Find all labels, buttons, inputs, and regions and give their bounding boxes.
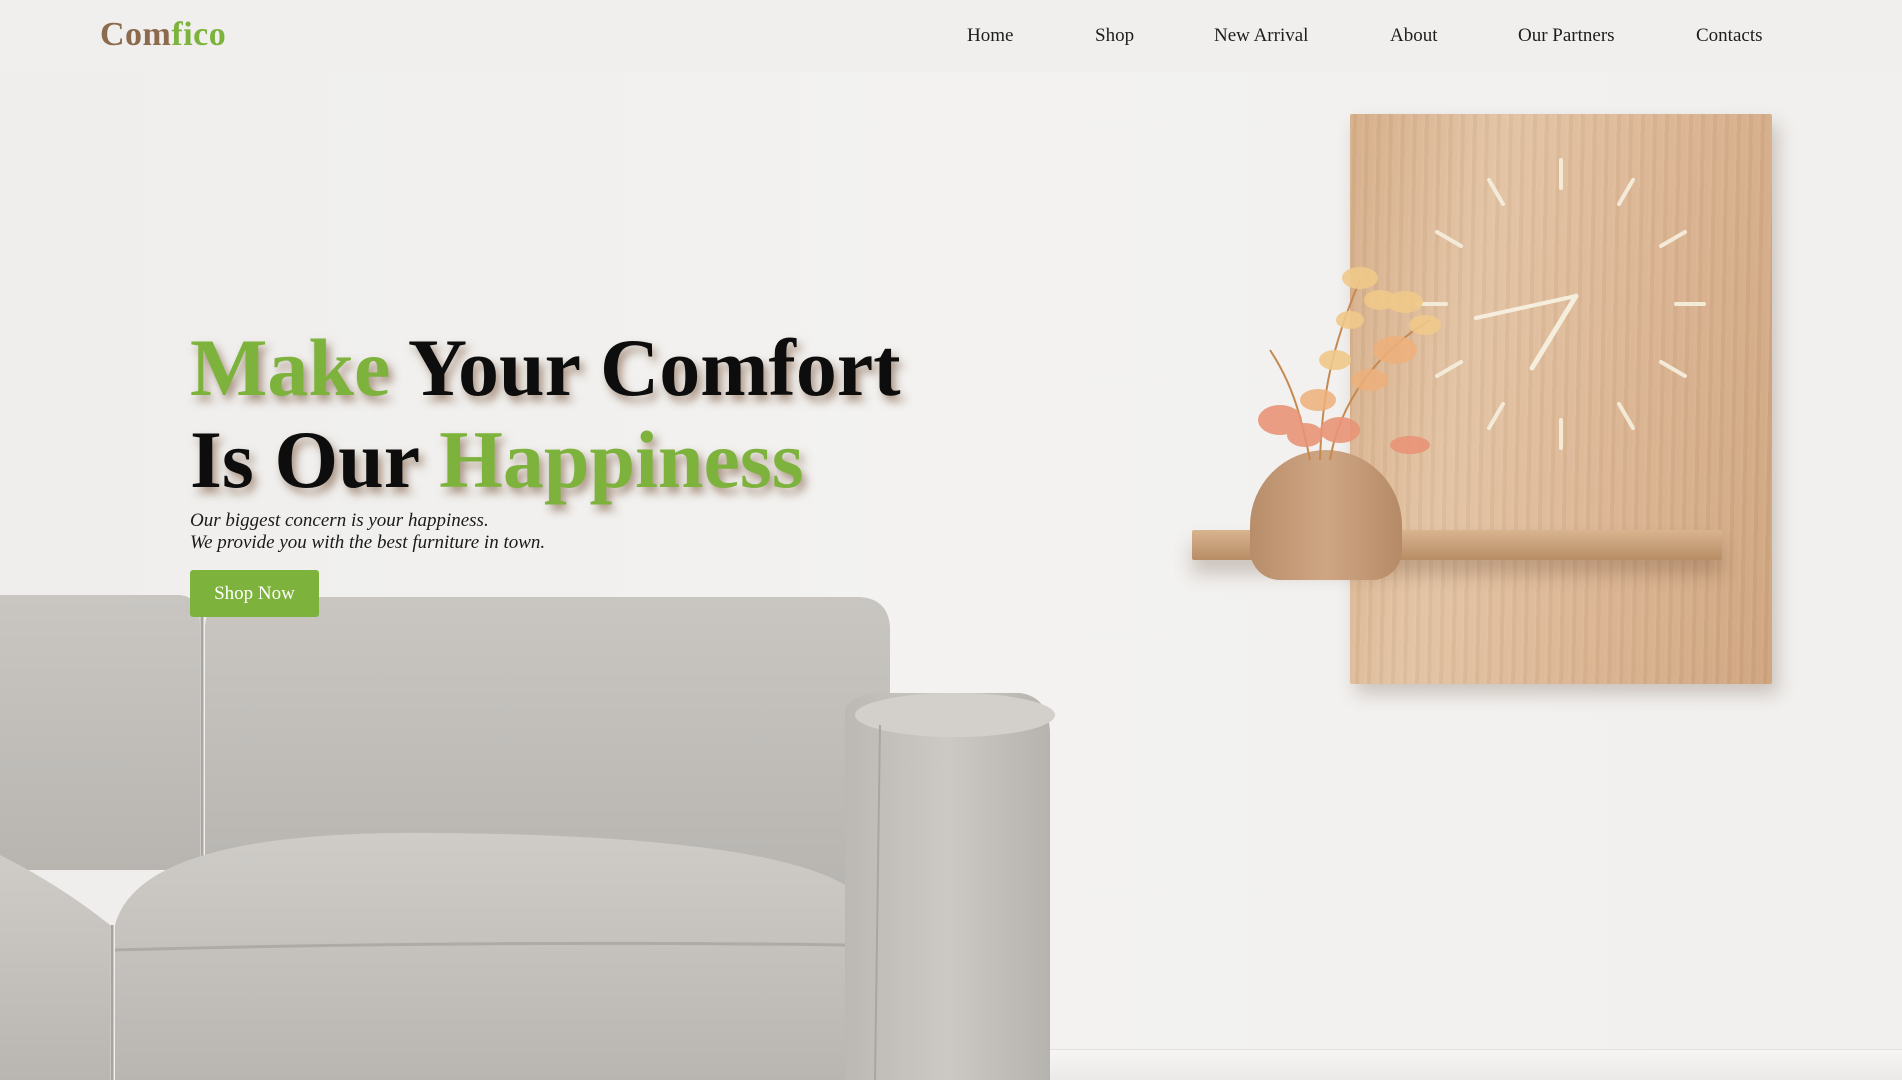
hero-title: Make Your Comfort Is Our Happiness (190, 322, 901, 506)
hero-subtitle-line1: Our biggest concern is your happiness. (190, 510, 489, 531)
hero-title-line1: Your Comfort (407, 322, 901, 413)
hero-title-make: Make (190, 322, 391, 413)
nav-home[interactable]: Home (967, 25, 1013, 47)
shop-now-button[interactable]: Shop Now (190, 570, 319, 617)
nav-new-arrival[interactable]: New Arrival (1214, 25, 1308, 47)
potted-plant-icon (1258, 267, 1441, 461)
main-nav: Home Shop New Arrival About Our Partners… (0, 25, 1902, 49)
nav-shop[interactable]: Shop (1095, 25, 1134, 47)
hero-title-happiness: Happiness (439, 414, 804, 505)
hero-subtitle: Our biggest concern is your happiness. W… (190, 510, 545, 554)
hero-subtitle-line2: We provide you with the best furniture i… (190, 532, 546, 553)
nav-about[interactable]: About (1390, 25, 1438, 47)
nav-our-partners[interactable]: Our Partners (1518, 25, 1615, 47)
baseboard (1040, 1049, 1902, 1080)
nav-contacts[interactable]: Contacts (1696, 25, 1763, 47)
site-header: Comfico Home Shop New Arrival About Our … (0, 0, 1902, 72)
hero-title-line2: Is Our (190, 414, 419, 505)
sofa-illustration (0, 595, 1055, 1080)
